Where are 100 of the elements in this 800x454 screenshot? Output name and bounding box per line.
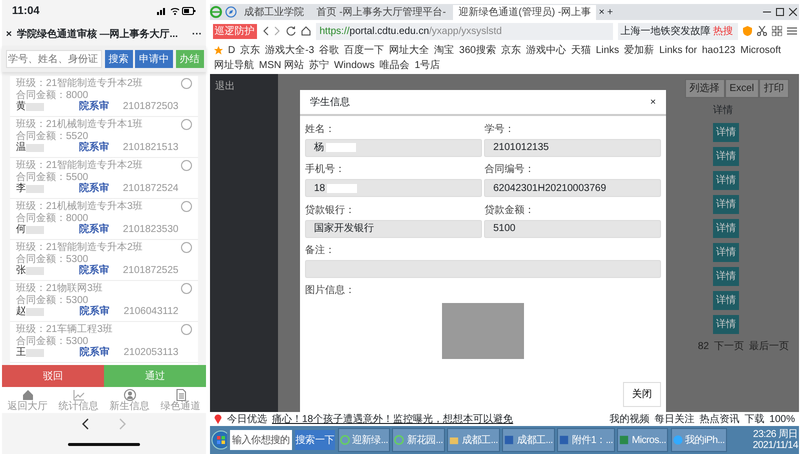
bookmark-link[interactable]: Microsoft — [740, 43, 781, 58]
status-link[interactable]: 我的视频 — [609, 412, 650, 426]
student-id: 2101872524 — [122, 183, 178, 194]
bookmark-link[interactable]: 网址大全 — [389, 43, 430, 58]
class-text: 班级：21智能制造专升本2班 — [16, 160, 144, 172]
status-text: 院系审 — [78, 224, 109, 236]
field-label: 手机号： — [305, 162, 346, 177]
filter-button[interactable]: 搜索 — [104, 50, 132, 68]
amount-text: 合同金额：5500 — [16, 172, 90, 182]
student-name: 黄 — [16, 101, 26, 112]
status-text: 院系审 — [78, 183, 109, 194]
url-text: https://portal.cdtu.edu.cn/yxapp/yxsyslstd — [320, 24, 502, 38]
details-button[interactable]: 详情 — [713, 147, 739, 166]
toolbar-button[interactable]: Excel — [724, 79, 759, 98]
browser-tab[interactable]: 迎新绿色通道(管理员) -网上事 — [453, 4, 596, 20]
search-button[interactable]: 搜索一下 — [294, 430, 336, 450]
bookmark-link[interactable]: Links for — [659, 43, 697, 58]
form-field: 2101012135 — [484, 138, 661, 156]
news-link[interactable]: 痛心！18个孩子遭遇意外！监控曝光，想想本可以避免 — [272, 412, 514, 426]
bookmark-link[interactable]: 1号店 — [414, 58, 440, 73]
bookmark-link[interactable]: 游戏大全-3 — [265, 43, 314, 58]
student-name: 王 — [16, 347, 26, 358]
search-field[interactable]: 上海一地铁突发故障 热搜 — [618, 22, 738, 40]
student-id: 2101872525 — [122, 265, 178, 276]
status-text: 院系审 — [80, 347, 110, 358]
bookmark-link[interactable]: MSN 网站 — [259, 58, 304, 73]
amount-text: 合同金额：5300 — [16, 254, 90, 264]
details-button[interactable]: 详情 — [713, 195, 739, 214]
tab-close-button[interactable]: × — [598, 4, 605, 20]
search-field[interactable]: 学号、姓名、身份证 — [6, 50, 102, 68]
logout-link[interactable]: 退出 — [215, 81, 235, 92]
field-label: 贷款金额： — [484, 204, 536, 218]
field-label: 备注： — [305, 244, 336, 258]
details-button[interactable]: 详情 — [713, 315, 739, 334]
bookmark-link[interactable]: 京东 — [240, 43, 260, 58]
bookmark-link[interactable]: 天猫 — [570, 43, 591, 58]
close-button[interactable]: × — [650, 94, 656, 110]
bookmark-link[interactable]: Links — [596, 43, 620, 58]
form-field: 62042301H20210003769 — [484, 179, 661, 197]
toolbar-button[interactable]: 列选择 — [684, 79, 725, 98]
field-label: 合同编号： — [484, 162, 536, 177]
bookmark-link[interactable]: 唯品会 — [380, 58, 410, 73]
close-button[interactable]: 关闭 — [623, 382, 661, 407]
bookmark-link[interactable]: D — [228, 43, 236, 58]
details-button[interactable]: 详情 — [713, 267, 739, 286]
student-name: 李 — [16, 183, 26, 194]
bookmark-link[interactable]: 爱加薪 — [624, 43, 654, 58]
bookmark-link[interactable]: 百度一下 — [344, 43, 384, 58]
bookmark-link[interactable]: 游戏中心 — [526, 43, 566, 58]
student-name: 张 — [16, 265, 26, 276]
status-text: 院系审 — [78, 265, 109, 276]
bookmark-link[interactable]: 360搜索 — [459, 43, 496, 58]
protection-badge: 巡逻防护 — [212, 24, 256, 38]
amount-text: 合同金额：8000 — [16, 212, 90, 224]
class-text: 班级：21机械制造专升本1班 — [16, 119, 144, 130]
page-title: 学院绿色通道审核 —网上事务大厅... — [16, 27, 179, 42]
status-link[interactable]: 下载 — [744, 412, 764, 426]
browser-tab[interactable]: 首页 -网上事务大厅管理平台- — [312, 4, 451, 20]
toolbar-button[interactable]: 打印 — [759, 79, 789, 98]
status-link[interactable]: 今日优选 — [227, 412, 267, 426]
zoom-level[interactable]: 100% — [769, 412, 795, 426]
status-text: 院系审 — [80, 306, 110, 318]
filter-button[interactable]: 申请中 — [135, 50, 173, 68]
class-text: 班级：21物联网3班 — [16, 283, 104, 294]
browser-tab[interactable]: 成都工业学院 — [239, 4, 309, 20]
bookmark-link[interactable]: Windows — [334, 58, 375, 73]
close-button[interactable]: × — [6, 26, 12, 42]
bookmark-link[interactable]: 京东 — [500, 43, 521, 58]
amount-text: 合同金额：8000 — [16, 90, 90, 100]
address-bar[interactable]: https://portal.cdtu.edu.cn/yxapp/yxsyslstd — [316, 22, 612, 40]
student-id: 2102053113 — [124, 347, 178, 358]
amount-text: 合同金额：5300 — [16, 336, 90, 346]
bookmark-link[interactable]: hao123 — [702, 43, 736, 58]
status-text: 院系审 — [78, 101, 109, 112]
status-link[interactable]: 每日关注 — [654, 412, 694, 426]
details-button[interactable]: 详情 — [713, 123, 739, 142]
bookmark-link[interactable]: 谷歌 — [319, 43, 340, 58]
bookmark-link[interactable]: 苏宁 — [309, 58, 329, 73]
form-field: 杨 — [305, 138, 482, 156]
new-tab-button[interactable]: + — [607, 4, 613, 20]
details-button[interactable]: 详情 — [713, 291, 739, 310]
student-id: 2101823530 — [122, 224, 178, 236]
field-label: 姓名： — [305, 122, 336, 136]
action-button[interactable]: 驳回 — [2, 365, 104, 387]
more-button[interactable]: ··· — [192, 26, 202, 42]
taskbar-search-field[interactable]: 输入你想搜的 — [230, 430, 292, 450]
bookmark-link[interactable]: 淘宝 — [434, 43, 454, 58]
details-button[interactable]: 详情 — [713, 171, 739, 190]
details-button[interactable]: 详情 — [713, 219, 739, 238]
system-clock: 23:26 周日 2021/11/14 — [752, 429, 798, 451]
details-button[interactable]: 详情 — [713, 243, 739, 262]
bookmark-link[interactable]: 网址导航 — [214, 58, 254, 73]
student-id: 2101821513 — [122, 142, 178, 154]
class-text: 班级：21智能制造专升本2班 — [16, 242, 144, 254]
student-name: 何 — [16, 224, 26, 236]
student-id: 2106043112 — [124, 306, 178, 318]
student-name: 赵 — [16, 306, 26, 318]
status-link[interactable]: 热点资讯 — [699, 412, 740, 426]
status-time: 11:04 — [12, 4, 40, 19]
amount-text: 合同金额：5520 — [16, 130, 90, 142]
